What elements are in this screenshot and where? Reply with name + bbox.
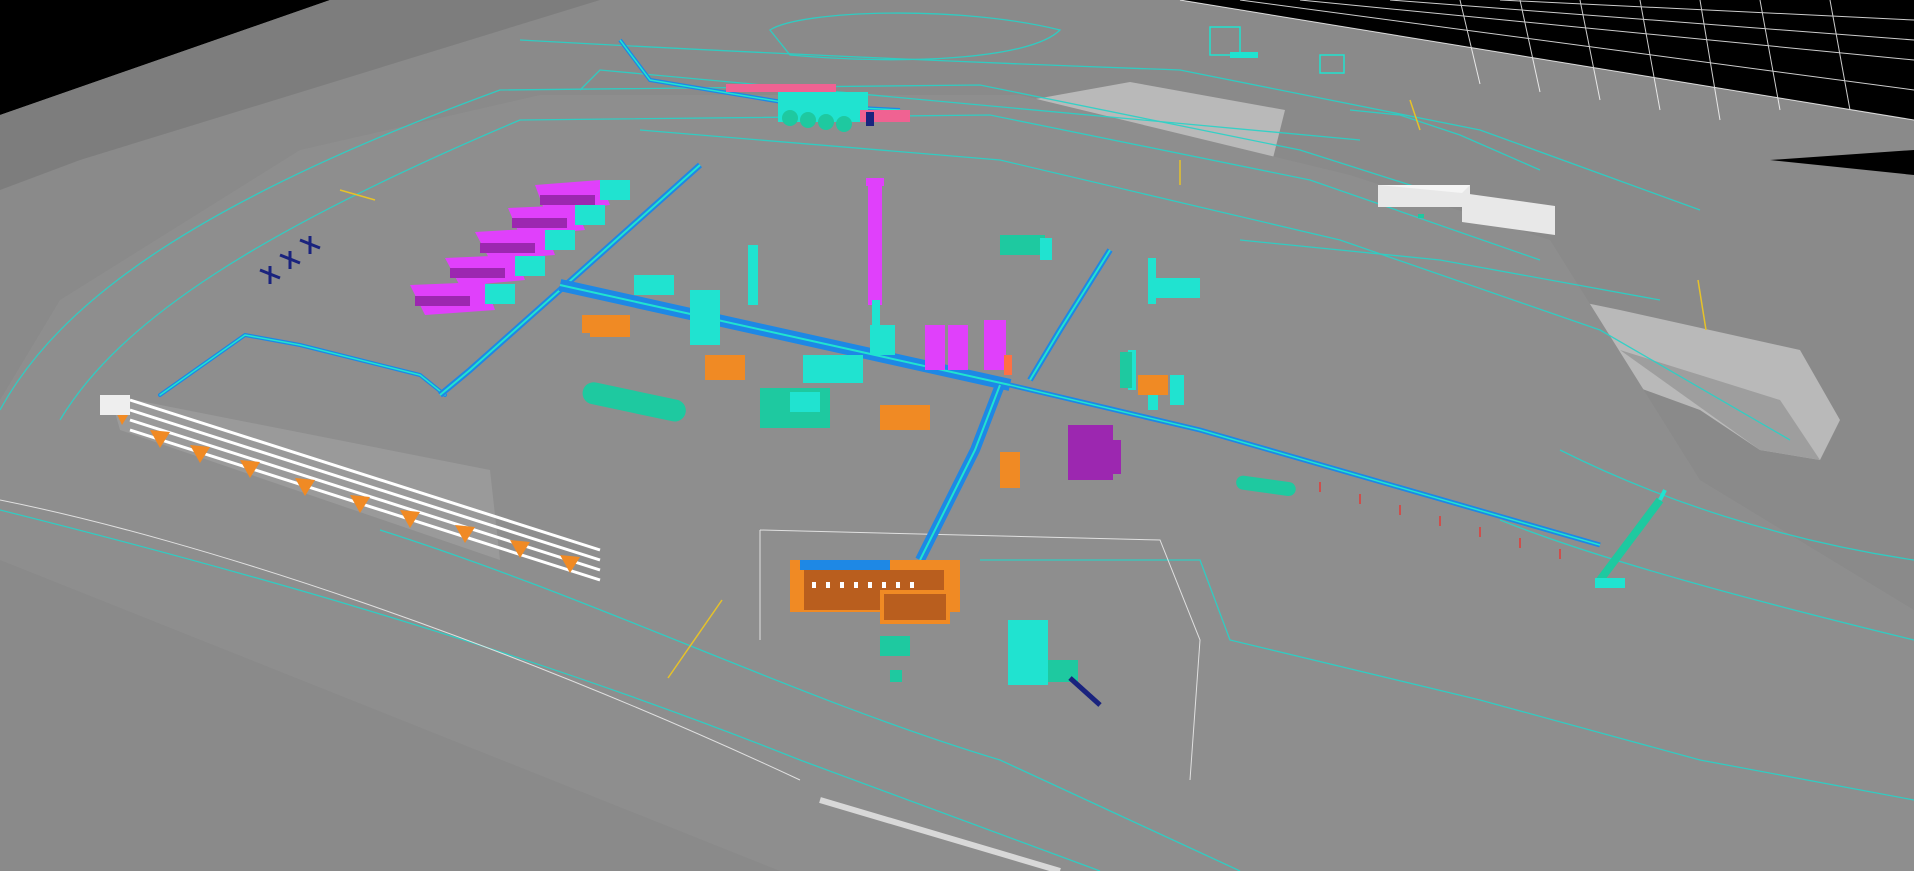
plant-3d-view (0, 0, 1914, 871)
ne-skid (1230, 52, 1258, 58)
plant-model-canvas (0, 0, 1914, 871)
